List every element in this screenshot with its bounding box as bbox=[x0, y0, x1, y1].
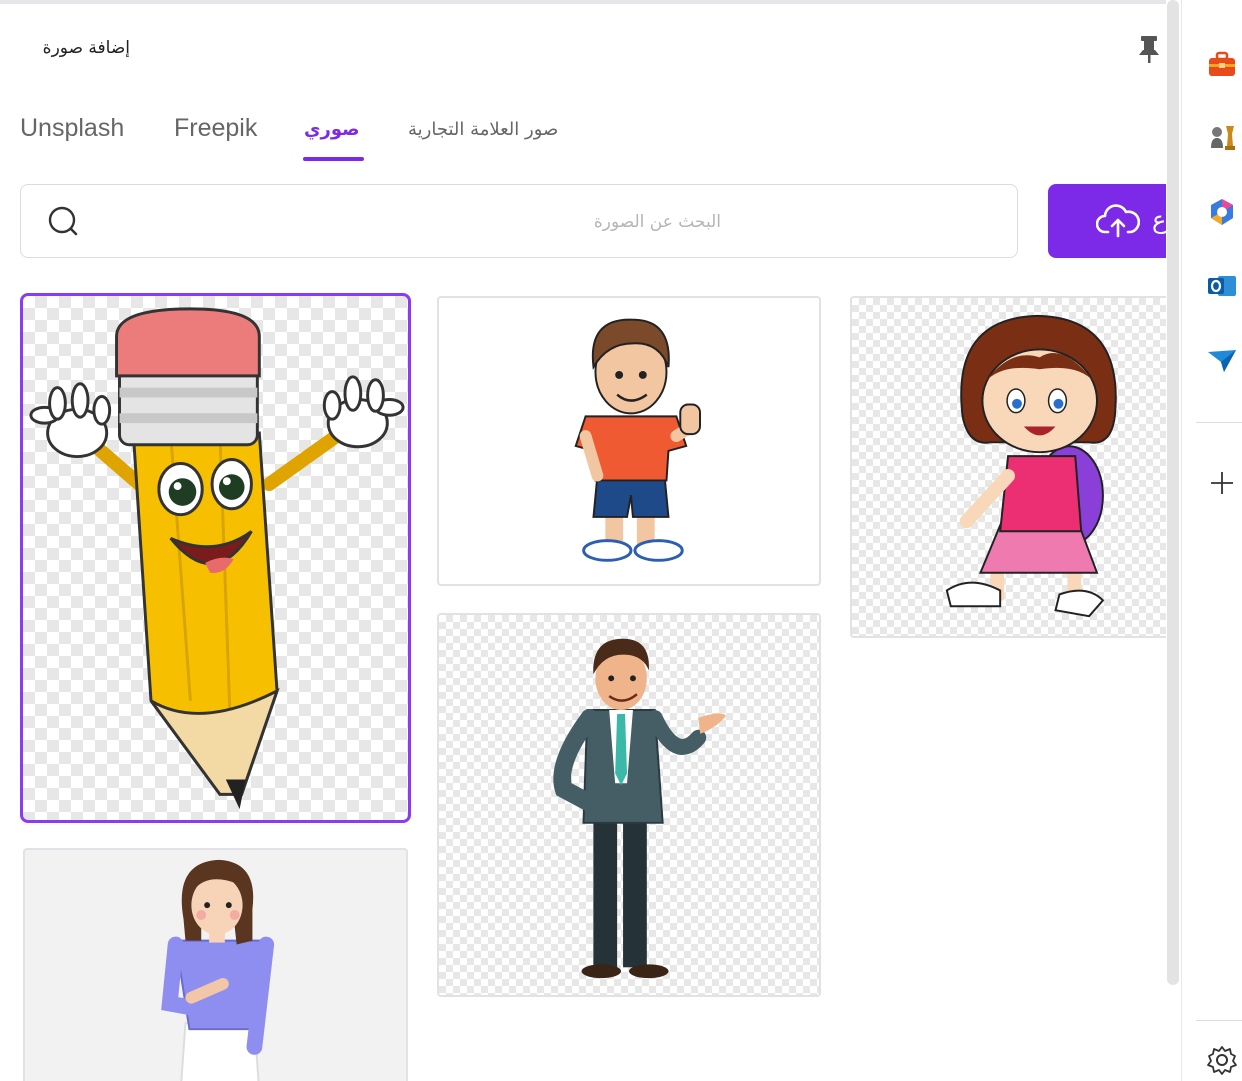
sidebar-divider-bottom bbox=[1196, 1020, 1242, 1021]
businessman-image bbox=[553, 638, 726, 979]
briefcase-icon[interactable] bbox=[1206, 48, 1238, 80]
outlook-icon[interactable] bbox=[1206, 270, 1238, 302]
add-image-panel: إضافة صورة Unsplash Freepik صوري صور الع… bbox=[0, 0, 1166, 1081]
panel-title: إضافة صورة bbox=[42, 38, 130, 58]
copilot-icon[interactable] bbox=[1206, 196, 1238, 228]
partial-icon[interactable] bbox=[1214, 0, 1230, 4]
search-box bbox=[20, 184, 1018, 258]
send-icon[interactable] bbox=[1206, 344, 1238, 376]
tab-brand-images[interactable]: صور العلامة التجارية bbox=[408, 119, 558, 140]
active-tab-indicator bbox=[303, 157, 364, 161]
image-card-girl-purple[interactable] bbox=[23, 848, 408, 1081]
scrollbar-thumb[interactable] bbox=[1167, 0, 1179, 985]
app-window: إضافة صورة Unsplash Freepik صوري صور الع… bbox=[0, 0, 1242, 1081]
image-card-businessman[interactable] bbox=[437, 613, 821, 997]
girl-purple-shirt-image bbox=[161, 859, 275, 1081]
search-icon[interactable] bbox=[45, 203, 81, 239]
sidebar-divider bbox=[1196, 422, 1242, 423]
pencil-cartoon-image bbox=[29, 307, 405, 810]
browser-sidebar bbox=[1181, 0, 1242, 1081]
add-icon[interactable] bbox=[1206, 466, 1238, 498]
image-card-pencil[interactable] bbox=[20, 293, 411, 823]
image-card-boy[interactable] bbox=[437, 296, 821, 586]
tab-my-images[interactable]: صوري bbox=[304, 119, 360, 140]
tab-unsplash[interactable]: Unsplash bbox=[20, 114, 124, 143]
pin-icon[interactable] bbox=[1136, 34, 1162, 64]
search-input[interactable] bbox=[121, 207, 721, 237]
top-divider bbox=[0, 0, 1166, 4]
girl-backpack-image bbox=[945, 314, 1117, 618]
image-card-girl-backpack[interactable] bbox=[850, 296, 1166, 638]
chess-icon[interactable] bbox=[1206, 122, 1238, 154]
upload-button[interactable]: ع bbox=[1048, 184, 1166, 258]
boy-thumbs-up-image bbox=[574, 318, 701, 562]
settings-icon[interactable] bbox=[1206, 1044, 1238, 1076]
upload-label: ع bbox=[1152, 206, 1166, 234]
cloud-upload-icon bbox=[1095, 202, 1141, 240]
tab-freepik[interactable]: Freepik bbox=[174, 114, 257, 143]
